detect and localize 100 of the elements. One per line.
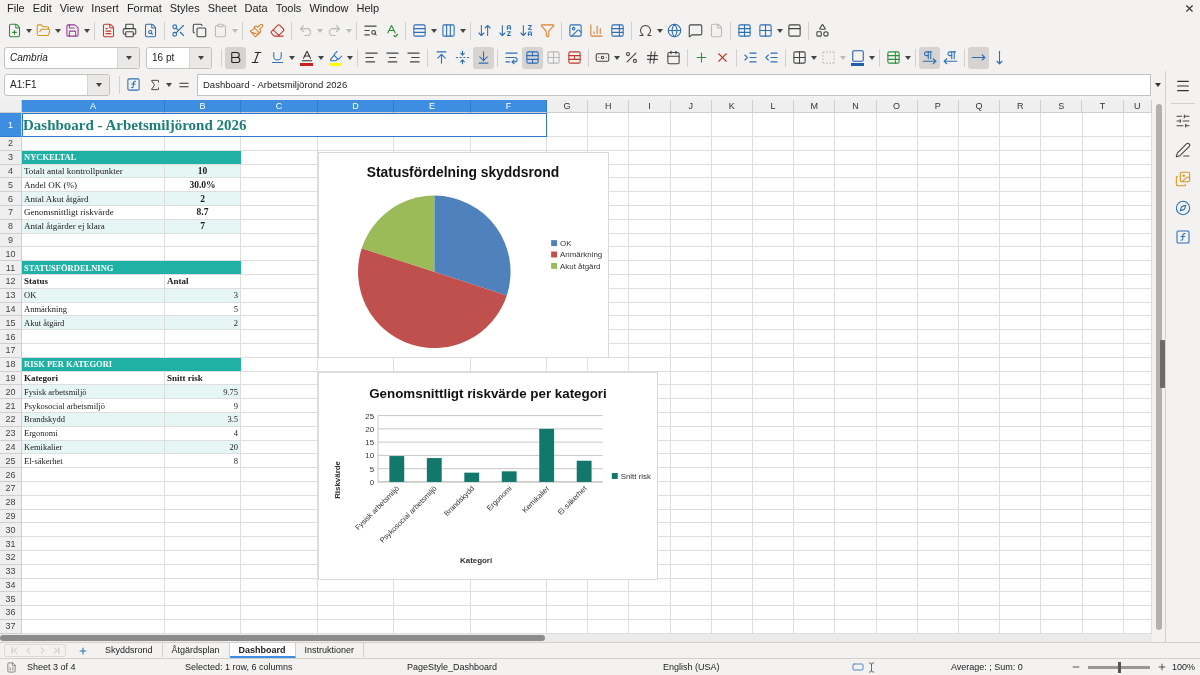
row-header[interactable]: 15 — [0, 316, 22, 331]
section-heading: NYCKELTAL — [22, 150, 241, 165]
name-box-field[interactable]: A1:F1 — [4, 73, 110, 96]
row-header[interactable]: 35 — [0, 592, 22, 607]
highlighter-icon — [328, 49, 343, 66]
menu-item[interactable]: Format — [122, 1, 166, 16]
pilcrow-right-icon — [922, 50, 937, 65]
column-header[interactable]: N — [835, 100, 877, 113]
legend-label: Anmärkning — [560, 250, 603, 260]
bold-button[interactable] — [225, 46, 246, 69]
column-header[interactable]: M — [794, 100, 836, 113]
border-grid-icon — [792, 50, 807, 65]
column-header[interactable]: J — [670, 100, 712, 113]
selection-summary: Average: ; Sum: 0 — [951, 662, 1023, 672]
caret-icon — [431, 28, 437, 33]
table-rows-icon — [412, 23, 427, 38]
selection-info: Selected: 1 row, 6 columns — [185, 662, 293, 672]
scrollbar-thumb[interactable] — [1155, 104, 1162, 630]
font-size-field[interactable]: 16 pt — [146, 46, 212, 69]
sheet-tab[interactable]: Dashboard — [229, 643, 296, 658]
axis-tick-label: 25 — [365, 411, 375, 421]
row-header[interactable]: 21 — [0, 399, 22, 413]
table-icon — [737, 23, 752, 38]
undo-icon — [298, 23, 313, 38]
zoom-in-button[interactable] — [1156, 661, 1168, 673]
row-header[interactable]: 2 — [0, 137, 22, 151]
column-header[interactable]: K — [711, 100, 753, 113]
row-header[interactable]: 30 — [0, 523, 22, 538]
document-icon — [101, 23, 116, 38]
row-header[interactable]: 31 — [0, 537, 22, 551]
images-icon — [1175, 171, 1191, 187]
row-header[interactable]: 20 — [0, 385, 22, 400]
caret-icon — [318, 55, 324, 60]
column-header[interactable]: T — [1082, 100, 1124, 113]
align-center-icon — [385, 50, 400, 65]
menu-item[interactable]: Insert — [87, 1, 123, 16]
table-icon — [610, 23, 625, 38]
caret-icon — [347, 55, 353, 60]
data-value: 8 — [165, 454, 241, 469]
scrollbar-thumb[interactable] — [0, 634, 545, 641]
row-header[interactable]: 25 — [0, 454, 22, 469]
save-icon — [65, 23, 80, 38]
dropdown-button[interactable] — [117, 47, 139, 68]
text-horizontal-button[interactable] — [968, 46, 989, 69]
column-header[interactable]: G — [547, 100, 589, 113]
row-header[interactable]: 11 — [0, 261, 22, 275]
sheet-tab[interactable]: Skyddsrond — [96, 643, 163, 658]
plus-icon — [78, 645, 88, 656]
column-header[interactable]: P — [917, 100, 959, 113]
eraser-icon — [270, 23, 285, 38]
menu-item[interactable]: View — [55, 1, 88, 16]
dropdown-button[interactable] — [87, 74, 109, 95]
compass-icon — [1175, 200, 1191, 216]
column-header[interactable]: R — [1000, 100, 1042, 113]
column-header[interactable]: S — [1041, 100, 1083, 113]
row-header[interactable]: 10 — [0, 247, 22, 262]
dropdown-button[interactable] — [189, 47, 211, 68]
menu-item[interactable]: Styles — [165, 1, 204, 16]
menu-item[interactable]: File — [3, 1, 29, 16]
column-heading: Antal — [165, 274, 241, 289]
row-header[interactable]: 36 — [0, 606, 22, 620]
menu-item[interactable]: Window — [305, 1, 353, 16]
sort-descending-icon — [519, 23, 534, 38]
document-magnifier-icon — [143, 23, 158, 38]
grid-icon — [546, 50, 561, 65]
menu-item[interactable]: Data — [240, 1, 272, 16]
sheet-tab[interactable]: Åtgärdsplan — [162, 643, 230, 658]
sort-icon — [477, 23, 492, 38]
column-header[interactable]: U — [1123, 100, 1152, 113]
window-panel-icon — [787, 23, 802, 38]
row-header[interactable]: 16 — [0, 330, 22, 344]
align-bottom-button[interactable] — [473, 46, 494, 69]
row-header[interactable]: 6 — [0, 192, 22, 206]
column-header[interactable]: L — [752, 100, 795, 113]
left-to-right-button[interactable] — [919, 46, 940, 69]
function-icon — [1175, 229, 1191, 245]
row-header[interactable]: 26 — [0, 468, 22, 482]
sheet-tab[interactable]: Instruktioner — [295, 643, 365, 658]
column-header[interactable]: H — [588, 100, 630, 113]
x-mark-icon — [715, 50, 730, 65]
column-header[interactable]: Q — [958, 100, 1001, 113]
merge-center-button[interactable] — [522, 46, 543, 69]
zoom-slider-thumb[interactable] — [1117, 661, 1121, 673]
pilcrow-left-icon — [943, 50, 958, 65]
sidebar-grip[interactable] — [1160, 340, 1165, 388]
column-header[interactable]: O — [876, 100, 918, 113]
menu-item[interactable]: Tools — [271, 1, 306, 16]
menu-item[interactable]: Help — [352, 1, 384, 16]
axis-tick-label: 5 — [369, 464, 375, 474]
split-cells-icon — [567, 50, 582, 65]
underline-icon — [270, 50, 285, 65]
row-header[interactable]: 5 — [0, 178, 22, 193]
formula-input[interactable]: Dashboard - Arbetsmiljörond 2026 — [197, 73, 1151, 96]
horizontal-scrollbar[interactable] — [0, 633, 1152, 642]
caret-icon — [657, 28, 663, 33]
menu-item[interactable]: Sheet — [203, 1, 241, 16]
menu-item[interactable]: Edit — [28, 1, 56, 16]
column-header[interactable]: I — [629, 100, 671, 113]
grid-icon — [758, 23, 773, 38]
font-name-field[interactable]: Cambria — [4, 46, 140, 69]
